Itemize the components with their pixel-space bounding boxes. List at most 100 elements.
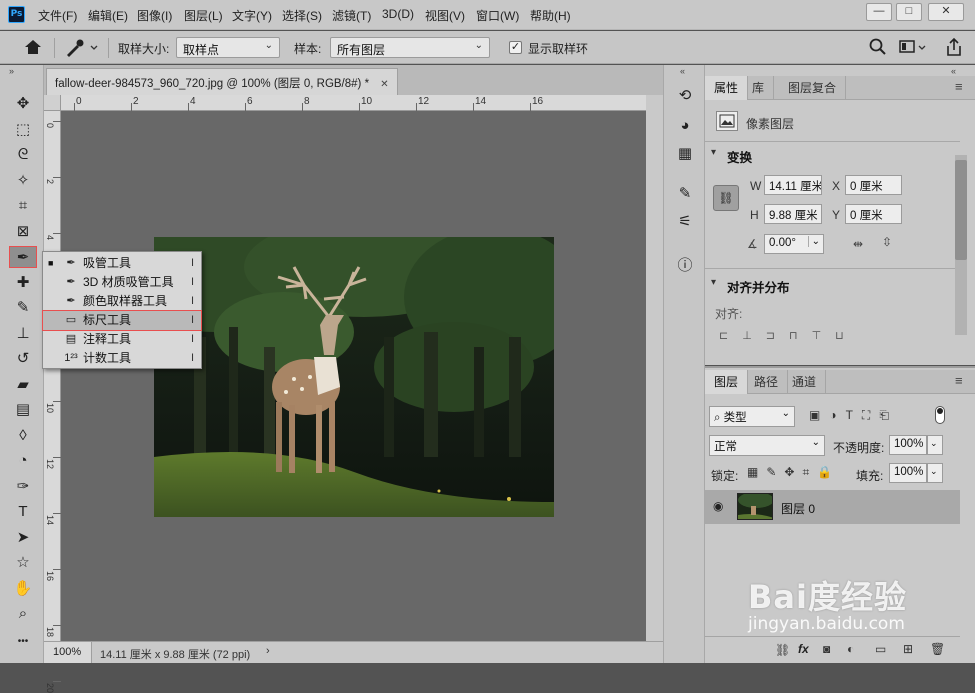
chevron-down-icon[interactable]: ▾ [711, 277, 716, 288]
flyout-item[interactable]: ✒ 3D 材质吸管工具 I [43, 273, 201, 292]
menu-layer[interactable]: 图层(L) [184, 7, 223, 24]
layer-row[interactable]: ◉ 图层 0 [705, 490, 960, 524]
close-button[interactable]: ✕ [928, 3, 964, 21]
blur-tool[interactable]: ◊ [9, 425, 37, 447]
align-section-title[interactable]: 对齐并分布 [727, 277, 790, 296]
path-selection-tool[interactable]: ➤ [9, 527, 37, 549]
tab-layer-comps[interactable]: 图层复合 [779, 76, 847, 100]
collapse-icon[interactable]: » [9, 66, 14, 76]
menu-filter[interactable]: 滤镜(T) [332, 7, 371, 24]
brush-tool[interactable]: ✎ [9, 297, 37, 319]
tab-properties[interactable]: 属性 [705, 76, 749, 100]
workspace-button[interactable] [898, 37, 928, 57]
hand-tool[interactable]: ✋ [9, 578, 37, 600]
menu-select[interactable]: 选择(S) [282, 7, 322, 24]
healing-brush-tool[interactable]: ✚ [9, 272, 37, 294]
trash-icon[interactable]: 🗑 [930, 642, 945, 656]
mask-icon[interactable]: ◙ [823, 642, 830, 656]
y-field[interactable]: 0 厘米 [845, 204, 902, 224]
chevron-right-icon[interactable]: › [266, 645, 270, 657]
color-panel-icon[interactable]: ◕ [673, 115, 697, 137]
stamp-tool[interactable]: ⊥ [9, 323, 37, 345]
fx-icon[interactable]: fx [798, 642, 809, 656]
width-field[interactable]: 14.11 厘米 [764, 175, 822, 195]
opacity-field[interactable]: 100% [889, 435, 927, 455]
search-button[interactable] [868, 37, 888, 57]
layer-name[interactable]: 图层 0 [781, 500, 815, 517]
tab-channels[interactable]: 通道 [783, 370, 827, 394]
document-size[interactable]: 14.11 厘米 x 9.88 厘米 (72 ppi) [100, 646, 250, 662]
tab-paths[interactable]: 路径 [745, 370, 789, 394]
zoom-tool[interactable]: ⌕ [9, 603, 37, 625]
tab-layers[interactable]: 图层 [705, 370, 749, 394]
menu-3d[interactable]: 3D(D) [382, 7, 414, 21]
eye-icon[interactable]: ◉ [713, 499, 723, 513]
flip-vertical-icon[interactable]: ⇳ [882, 235, 892, 249]
history-brush-tool[interactable]: ↺ [9, 348, 37, 370]
flyout-item[interactable]: ▭ 标尺工具 I [42, 310, 202, 331]
menu-file[interactable]: 文件(F) [38, 7, 77, 24]
panel-menu-icon[interactable]: ≡ [955, 373, 963, 388]
adjustments-icon[interactable]: ⚟ [673, 211, 697, 233]
vertical-scrollbar[interactable] [646, 95, 663, 641]
document-image[interactable] [154, 237, 554, 517]
filter-toggle[interactable] [935, 406, 945, 424]
collapse-icon[interactable]: « [680, 66, 685, 76]
menu-help[interactable]: 帮助(H) [530, 7, 571, 24]
group-icon[interactable]: ▭ [875, 642, 886, 656]
eraser-tool[interactable]: ▰ [9, 374, 37, 396]
scrollbar-thumb[interactable] [955, 160, 967, 260]
new-layer-icon[interactable]: ⊞ [903, 642, 913, 656]
layer-filter-dropdown[interactable]: ⌕ 类型 ⌄ [709, 406, 795, 427]
document-tab[interactable]: fallow-deer-984573_960_720.jpg @ 100% (图… [46, 68, 398, 95]
magic-wand-tool[interactable]: ✧ [9, 170, 37, 192]
transform-section-title[interactable]: 变换 [727, 147, 752, 166]
menu-image[interactable]: 图像(I) [137, 7, 172, 24]
info-panel-icon[interactable]: ⓘ [673, 255, 697, 277]
flyout-item[interactable]: ▤ 注释工具 I [43, 330, 201, 349]
menu-window[interactable]: 窗口(W) [476, 7, 519, 24]
sample-dropdown[interactable]: 所有图层 ⌄ [330, 37, 490, 58]
link-icon[interactable]: ⛓ [775, 643, 790, 657]
brush-settings-icon[interactable]: ✎ [673, 183, 697, 205]
layer-filter-icons[interactable]: ▣◑T⛶⎗ [809, 408, 898, 423]
vertical-ruler[interactable]: 02468101214161820 [44, 111, 61, 693]
menu-view[interactable]: 视图(V) [425, 7, 465, 24]
flyout-item[interactable]: ✒ 颜色取样器工具 I [43, 292, 201, 311]
angle-field[interactable]: 0.00° ⌄ [764, 234, 824, 254]
ruler-origin[interactable] [44, 95, 61, 111]
sample-size-dropdown[interactable]: 取样点 ⌄ [176, 37, 280, 58]
close-tab-icon[interactable]: ✕ [380, 79, 388, 90]
marquee-tool[interactable]: ⬚ [9, 119, 37, 141]
menu-edit[interactable]: 编辑(E) [88, 7, 128, 24]
collapse-icon[interactable]: « [951, 66, 956, 76]
x-field[interactable]: 0 厘米 [845, 175, 902, 195]
move-tool[interactable]: ✥ [9, 93, 37, 115]
lasso-tool[interactable]: ᘓ [9, 144, 37, 166]
align-buttons[interactable]: ⊏⊥⊐⊓⊤⊔ [719, 329, 858, 342]
eyedropper-tool[interactable]: ✒ [9, 246, 37, 268]
adjustment-icon[interactable]: ◐ [847, 642, 854, 656]
type-tool[interactable]: T [9, 501, 37, 523]
more-tools[interactable]: ••• [9, 629, 37, 651]
minimize-button[interactable]: — [866, 3, 892, 21]
share-button[interactable] [944, 36, 964, 58]
dodge-tool[interactable]: ◔ [9, 450, 37, 472]
flip-horizontal-icon[interactable]: ⇹ [853, 237, 863, 251]
shape-tool[interactable]: ☆ [9, 552, 37, 574]
zoom-level[interactable]: 100% [44, 642, 92, 663]
lock-icons[interactable]: ▦✎✥⌗🔒 [747, 465, 840, 480]
swatches-panel-icon[interactable]: ▦ [673, 143, 697, 165]
flyout-item[interactable]: 1²³ 计数工具 I [43, 349, 201, 368]
history-panel-icon[interactable]: ⟲ [673, 85, 697, 107]
panel-menu-icon[interactable]: ≡ [955, 79, 963, 94]
tool-preset-picker[interactable] [63, 37, 101, 59]
chevron-down-icon[interactable]: ▾ [711, 147, 716, 158]
fill-slider-toggle[interactable]: ⌄ [927, 463, 943, 483]
height-field[interactable]: 9.88 厘米 [764, 204, 822, 224]
link-dimensions-button[interactable]: ⛓ [713, 185, 739, 211]
show-ring-checkbox[interactable]: ✓ [509, 41, 522, 54]
menu-type[interactable]: 文字(Y) [232, 7, 272, 24]
horizontal-ruler[interactable]: 0 2 4 6 8 10 12 14 16 [61, 95, 646, 111]
maximize-button[interactable]: □ [896, 3, 922, 21]
